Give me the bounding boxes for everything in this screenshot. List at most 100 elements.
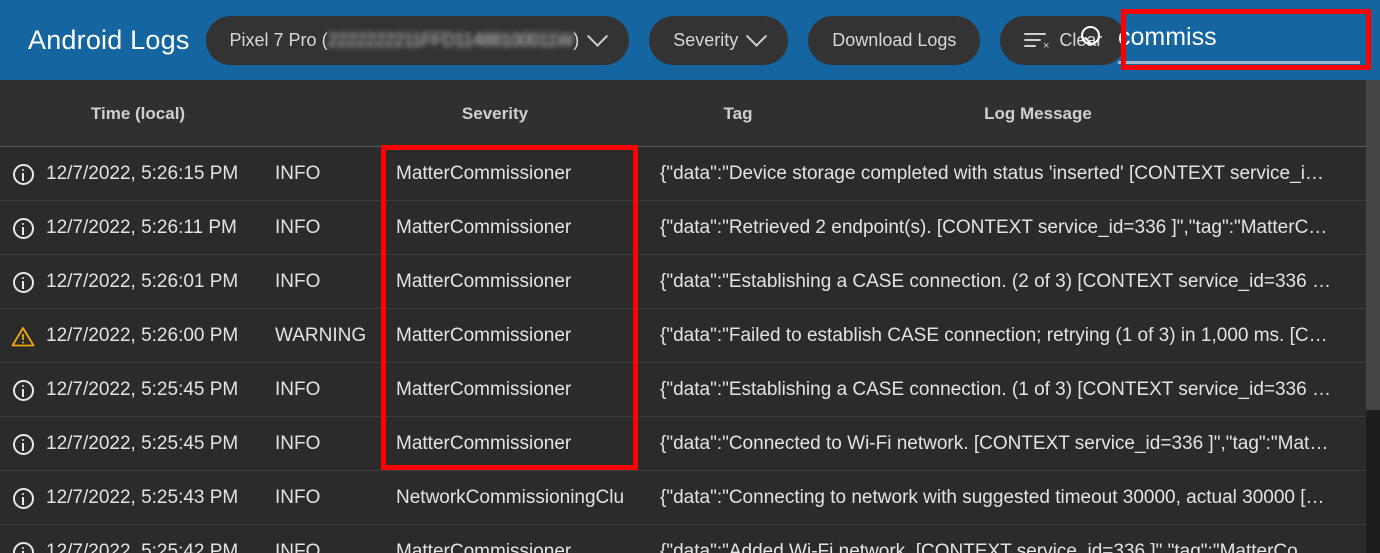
- search-input[interactable]: [1116, 23, 1368, 58]
- log-tag-text: MatterCommissioner: [396, 433, 636, 455]
- log-time-text: 12/7/2022, 5:25:43 PM: [46, 487, 238, 509]
- table-row[interactable]: 12/7/2022, 5:25:42 PM INFO MatterCommissio…: [0, 525, 1366, 553]
- info-icon: [13, 380, 34, 401]
- log-message-text: {"data":"Establishing a CASE connection.…: [660, 271, 1360, 293]
- severity-icon-cell: [8, 147, 38, 201]
- log-message: {"data":"Connected to Wi-Fi network. [CO…: [660, 417, 1360, 471]
- log-time-text: 12/7/2022, 5:26:11 PM: [46, 217, 237, 239]
- log-severity: INFO: [275, 201, 385, 255]
- table-row[interactable]: 12/7/2022, 5:26:00 PM WARNING MatterCommis…: [0, 309, 1366, 363]
- log-tag-text: MatterCommissioner: [396, 271, 636, 293]
- log-tag: MatterCommissioner: [396, 255, 636, 309]
- page-title: Android Logs: [28, 25, 190, 56]
- log-time: 12/7/2022, 5:26:15 PM: [46, 147, 266, 201]
- info-icon: [13, 164, 34, 185]
- log-severity-text: INFO: [275, 487, 320, 509]
- severity-icon-cell: [8, 417, 38, 471]
- log-message: {"data":"Establishing a CASE connection.…: [660, 363, 1360, 417]
- table-row[interactable]: 12/7/2022, 5:26:15 PM INFO MatterCommissio…: [0, 147, 1366, 201]
- log-time: 12/7/2022, 5:26:11 PM: [46, 201, 266, 255]
- log-table: Time (local) Severity Tag Log Message 12…: [0, 80, 1366, 553]
- log-severity: INFO: [275, 147, 385, 201]
- info-icon: [13, 434, 34, 455]
- log-severity-text: INFO: [275, 379, 320, 401]
- table-row[interactable]: 12/7/2022, 5:25:43 PM INFO NetworkCommissi…: [0, 471, 1366, 525]
- log-time-text: 12/7/2022, 5:26:01 PM: [46, 271, 238, 293]
- table-row[interactable]: 12/7/2022, 5:26:11 PM INFO MatterCommissio…: [0, 201, 1366, 255]
- device-id-paren-close: ): [573, 30, 579, 50]
- log-time: 12/7/2022, 5:25:42 PM: [46, 525, 266, 553]
- log-time: 12/7/2022, 5:25:43 PM: [46, 471, 266, 525]
- log-time-text: 12/7/2022, 5:26:15 PM: [46, 163, 238, 185]
- column-header-time[interactable]: Time (local): [40, 80, 236, 147]
- log-time: 12/7/2022, 5:25:45 PM: [46, 417, 266, 471]
- log-message: {"data":"Establishing a CASE connection.…: [660, 255, 1360, 309]
- log-tag: MatterCommissioner: [396, 309, 636, 363]
- scrollbar-thumb[interactable]: [1366, 80, 1380, 410]
- log-time: 12/7/2022, 5:25:45 PM: [46, 363, 266, 417]
- download-logs-label: Download Logs: [832, 30, 956, 51]
- search-field[interactable]: [1116, 14, 1368, 66]
- device-id-paren: (: [317, 30, 328, 50]
- log-table-body: 12/7/2022, 5:26:15 PMINFOMatterCommissio…: [0, 147, 1366, 553]
- info-icon: [13, 542, 34, 553]
- severity-icon-cell: [8, 201, 38, 255]
- log-message-text: {"data":"Retrieved 2 endpoint(s). [CONTE…: [660, 217, 1360, 239]
- log-severity: WARNING: [275, 309, 385, 363]
- log-severity-text: INFO: [275, 217, 320, 239]
- log-tag-text: MatterCommissioner: [396, 217, 636, 239]
- log-tag: MatterCommissioner: [396, 147, 636, 201]
- log-severity: INFO: [275, 471, 385, 525]
- severity-icon-cell: [8, 363, 38, 417]
- log-time-text: 12/7/2022, 5:25:42 PM: [46, 541, 238, 553]
- log-tag-text: NetworkCommissioningClu: [396, 487, 636, 509]
- severity-icon-cell: [8, 255, 38, 309]
- log-tag: MatterCommissioner: [396, 201, 636, 255]
- android-logs-app: Android Logs Pixel 7 Pro (2222222211FFD1…: [0, 0, 1380, 553]
- log-message: {"data":"Added Wi-Fi network. [CONTEXT s…: [660, 525, 1360, 553]
- log-time-text: 12/7/2022, 5:25:45 PM: [46, 379, 238, 401]
- log-time-text: 12/7/2022, 5:26:00 PM: [46, 325, 238, 347]
- column-header-tag[interactable]: Tag: [660, 80, 816, 147]
- log-severity-text: INFO: [275, 271, 320, 293]
- device-selector-dropdown[interactable]: Pixel 7 Pro (2222222211FFD11488100011W): [206, 16, 630, 65]
- log-tag: MatterCommissioner: [396, 417, 636, 471]
- log-message-text: {"data":"Added Wi-Fi network. [CONTEXT s…: [660, 541, 1360, 553]
- severity-icon-cell: [8, 525, 38, 553]
- severity-filter-dropdown[interactable]: Severity: [649, 16, 788, 65]
- log-severity-text: INFO: [275, 163, 320, 185]
- info-icon: [13, 218, 34, 239]
- warning-icon: [11, 326, 35, 347]
- info-icon: [13, 488, 34, 509]
- column-header-severity[interactable]: Severity: [396, 80, 594, 147]
- table-row[interactable]: 12/7/2022, 5:25:45 PMINFOMatterCommissio…: [0, 363, 1366, 417]
- severity-filter-label: Severity: [673, 30, 738, 51]
- chevron-down-icon: [746, 25, 767, 46]
- log-message: {"data":"Device storage completed with s…: [660, 147, 1360, 201]
- vertical-scrollbar[interactable]: [1366, 80, 1380, 553]
- table-row[interactable]: 12/7/2022, 5:25:45 PM INFO MatterCommissio…: [0, 417, 1366, 471]
- log-severity: INFO: [275, 255, 385, 309]
- log-tag: MatterCommissioner: [396, 525, 636, 553]
- log-severity-text: WARNING: [275, 325, 366, 347]
- search-icon[interactable]: [1078, 24, 1110, 56]
- log-message-text: {"data":"Device storage completed with s…: [660, 163, 1360, 185]
- log-severity: INFO: [275, 417, 385, 471]
- log-time-text: 12/7/2022, 5:25:45 PM: [46, 433, 238, 455]
- device-name: Pixel 7 Pro: [230, 30, 317, 50]
- table-row[interactable]: 12/7/2022, 5:26:01 PM INFO MatterCommissio…: [0, 255, 1366, 309]
- download-logs-button[interactable]: Download Logs: [808, 16, 980, 65]
- log-table-header: Time (local) Severity Tag Log Message: [0, 80, 1366, 147]
- column-header-log-message[interactable]: Log Message: [900, 80, 1176, 147]
- log-message: {"data":"Retrieved 2 endpoint(s). [CONTE…: [660, 201, 1360, 255]
- log-tag-text: MatterCommissioner: [396, 541, 636, 553]
- search-underline: [1118, 61, 1360, 64]
- log-time: 12/7/2022, 5:26:00 PM: [46, 309, 266, 363]
- chevron-down-icon: [587, 25, 608, 46]
- log-message-text: {"data":"Connecting to network with sugg…: [660, 487, 1360, 509]
- log-severity: INFO: [275, 525, 385, 553]
- log-message-text: {"data":"Failed to establish CASE connec…: [660, 325, 1360, 347]
- device-id-redacted: 2222222211FFD11488100011W: [328, 30, 574, 51]
- log-message: {"data":"Connecting to network with sugg…: [660, 471, 1360, 525]
- log-message: {"data":"Failed to establish CASE connec…: [660, 309, 1360, 363]
